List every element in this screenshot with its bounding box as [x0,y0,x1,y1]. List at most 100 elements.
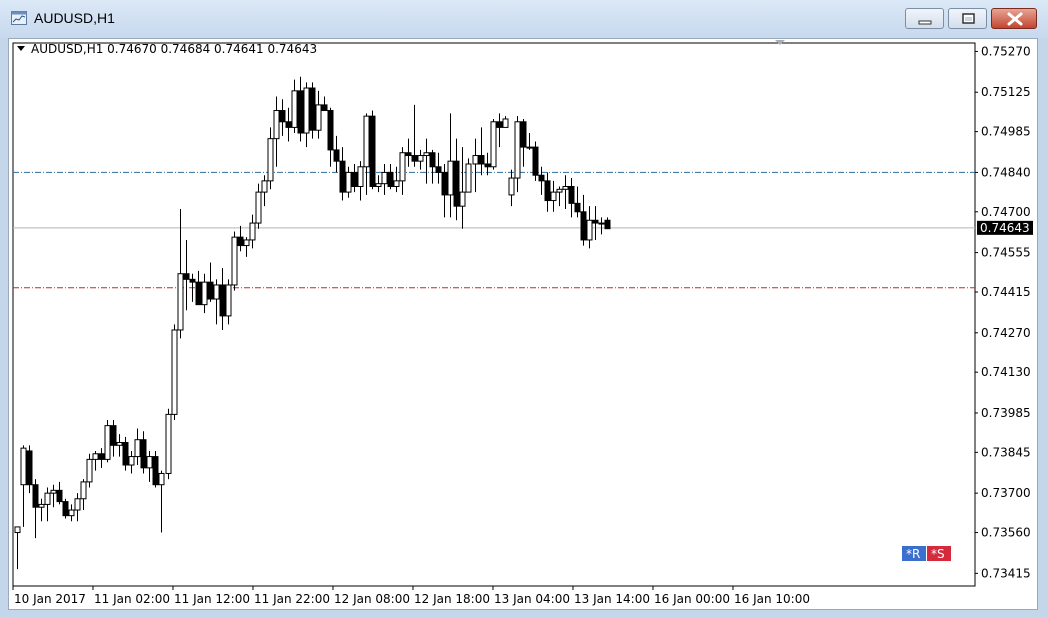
candle-body [152,456,159,486]
candle [152,450,159,488]
candle-body [393,180,400,187]
candle-body [98,453,105,460]
r-marker-badge[interactable]: *R [902,546,926,561]
close-icon [1007,12,1023,26]
x-axis-label: 11 Jan 22:00 [254,592,330,606]
candle-body [14,526,21,534]
candle-body [327,110,334,151]
close-button[interactable] [991,8,1037,29]
y-axis-label: 0.74840 [981,165,1031,179]
current-price-label: 0.74643 [977,220,1033,235]
candle-body [568,185,575,204]
candle-body [273,110,280,140]
y-axis-label: 0.74415 [981,285,1031,299]
candle-body [309,87,316,131]
candle-body [484,163,491,168]
candle-body [375,183,382,187]
candle-body [32,484,39,508]
x-axis-label: 10 Jan 2017 [14,592,86,606]
y-axis-label: 0.74985 [981,125,1031,139]
candle-body [369,115,376,187]
y-axis-label: 0.74130 [981,365,1031,379]
y-axis-label: 0.75125 [981,85,1031,99]
candle-body [381,171,388,185]
candle-body [447,160,454,196]
y-axis-label: 0.73700 [981,486,1031,500]
candle-body [50,489,57,494]
candle-body [339,160,346,193]
candle-body [453,160,460,207]
candle-body [86,458,93,483]
candle-body [158,472,165,486]
candlestick-chart[interactable]: AUDUSD,H1 0.74670 0.74684 0.74641 0.7464… [9,39,1039,611]
candle-body [279,110,286,123]
candle-body [604,219,611,230]
candle [62,498,69,519]
candle-body [508,177,515,196]
candle-body [177,273,184,331]
restore-icon [962,13,975,24]
candle-body [321,104,328,112]
candle-body [357,166,364,187]
candle-body [423,152,430,157]
minimize-button[interactable] [905,8,944,29]
s-marker-badge[interactable]: *S [927,546,951,561]
candle-body [213,284,220,300]
candle-body [20,447,27,486]
candle-body [134,439,141,458]
y-axis-label: 0.73560 [981,526,1031,540]
svg-text:0.74643: 0.74643 [980,221,1030,235]
candle-body [345,171,352,193]
candle-body [526,146,533,149]
window-titlebar[interactable]: AUDUSD,H1 [0,0,1048,38]
r-badge-label: *R [906,547,920,561]
window-title: AUDUSD,H1 [34,10,115,26]
candle-body [225,284,232,317]
candle-body [140,439,147,469]
s-badge-label: *S [931,547,945,561]
candle-body [399,152,406,182]
candle-body [26,450,33,486]
candle-body [315,104,322,131]
y-axis-label: 0.73415 [981,566,1031,580]
candle-body [74,498,81,511]
candle-body [472,155,479,165]
candle-body [435,166,442,173]
candle [309,82,316,139]
candle-body [363,115,370,168]
x-axis-label: 16 Jan 00:00 [654,592,730,606]
y-axis-label: 0.75270 [981,44,1031,58]
candle-body [195,281,202,306]
candle [532,141,539,181]
candle-body [146,456,153,469]
chart-area[interactable]: AUDUSD,H1 0.74670 0.74684 0.74641 0.7464… [8,38,1038,610]
candle-body [237,236,244,247]
candle-body [261,180,268,193]
candle-body [110,425,117,446]
candle [490,118,497,170]
candle [369,110,376,190]
candle-body [441,171,448,196]
restore-button[interactable] [948,8,987,29]
candle-body [104,425,111,460]
candle-body [465,163,472,193]
candle-body [333,149,340,162]
candle-body [231,236,238,286]
x-axis-label: 11 Jan 02:00 [94,592,170,606]
candle [165,408,172,480]
candle-body [171,329,178,415]
candle-body [514,121,521,179]
candle-body [303,87,310,134]
candle-body [411,155,418,162]
x-axis-label: 12 Jan 08:00 [334,592,410,606]
x-axis-label: 16 Jan 10:00 [734,592,810,606]
chart-window-icon [11,11,27,25]
candle-body [556,188,563,193]
candle-body [183,273,190,280]
candle-body [267,138,274,182]
candle [231,231,238,291]
chart-header-label: AUDUSD,H1 0.74670 0.74684 0.74641 0.7464… [31,42,317,56]
candle-body [62,501,69,517]
candle-body [351,171,358,187]
y-axis-label: 0.73845 [981,445,1031,459]
